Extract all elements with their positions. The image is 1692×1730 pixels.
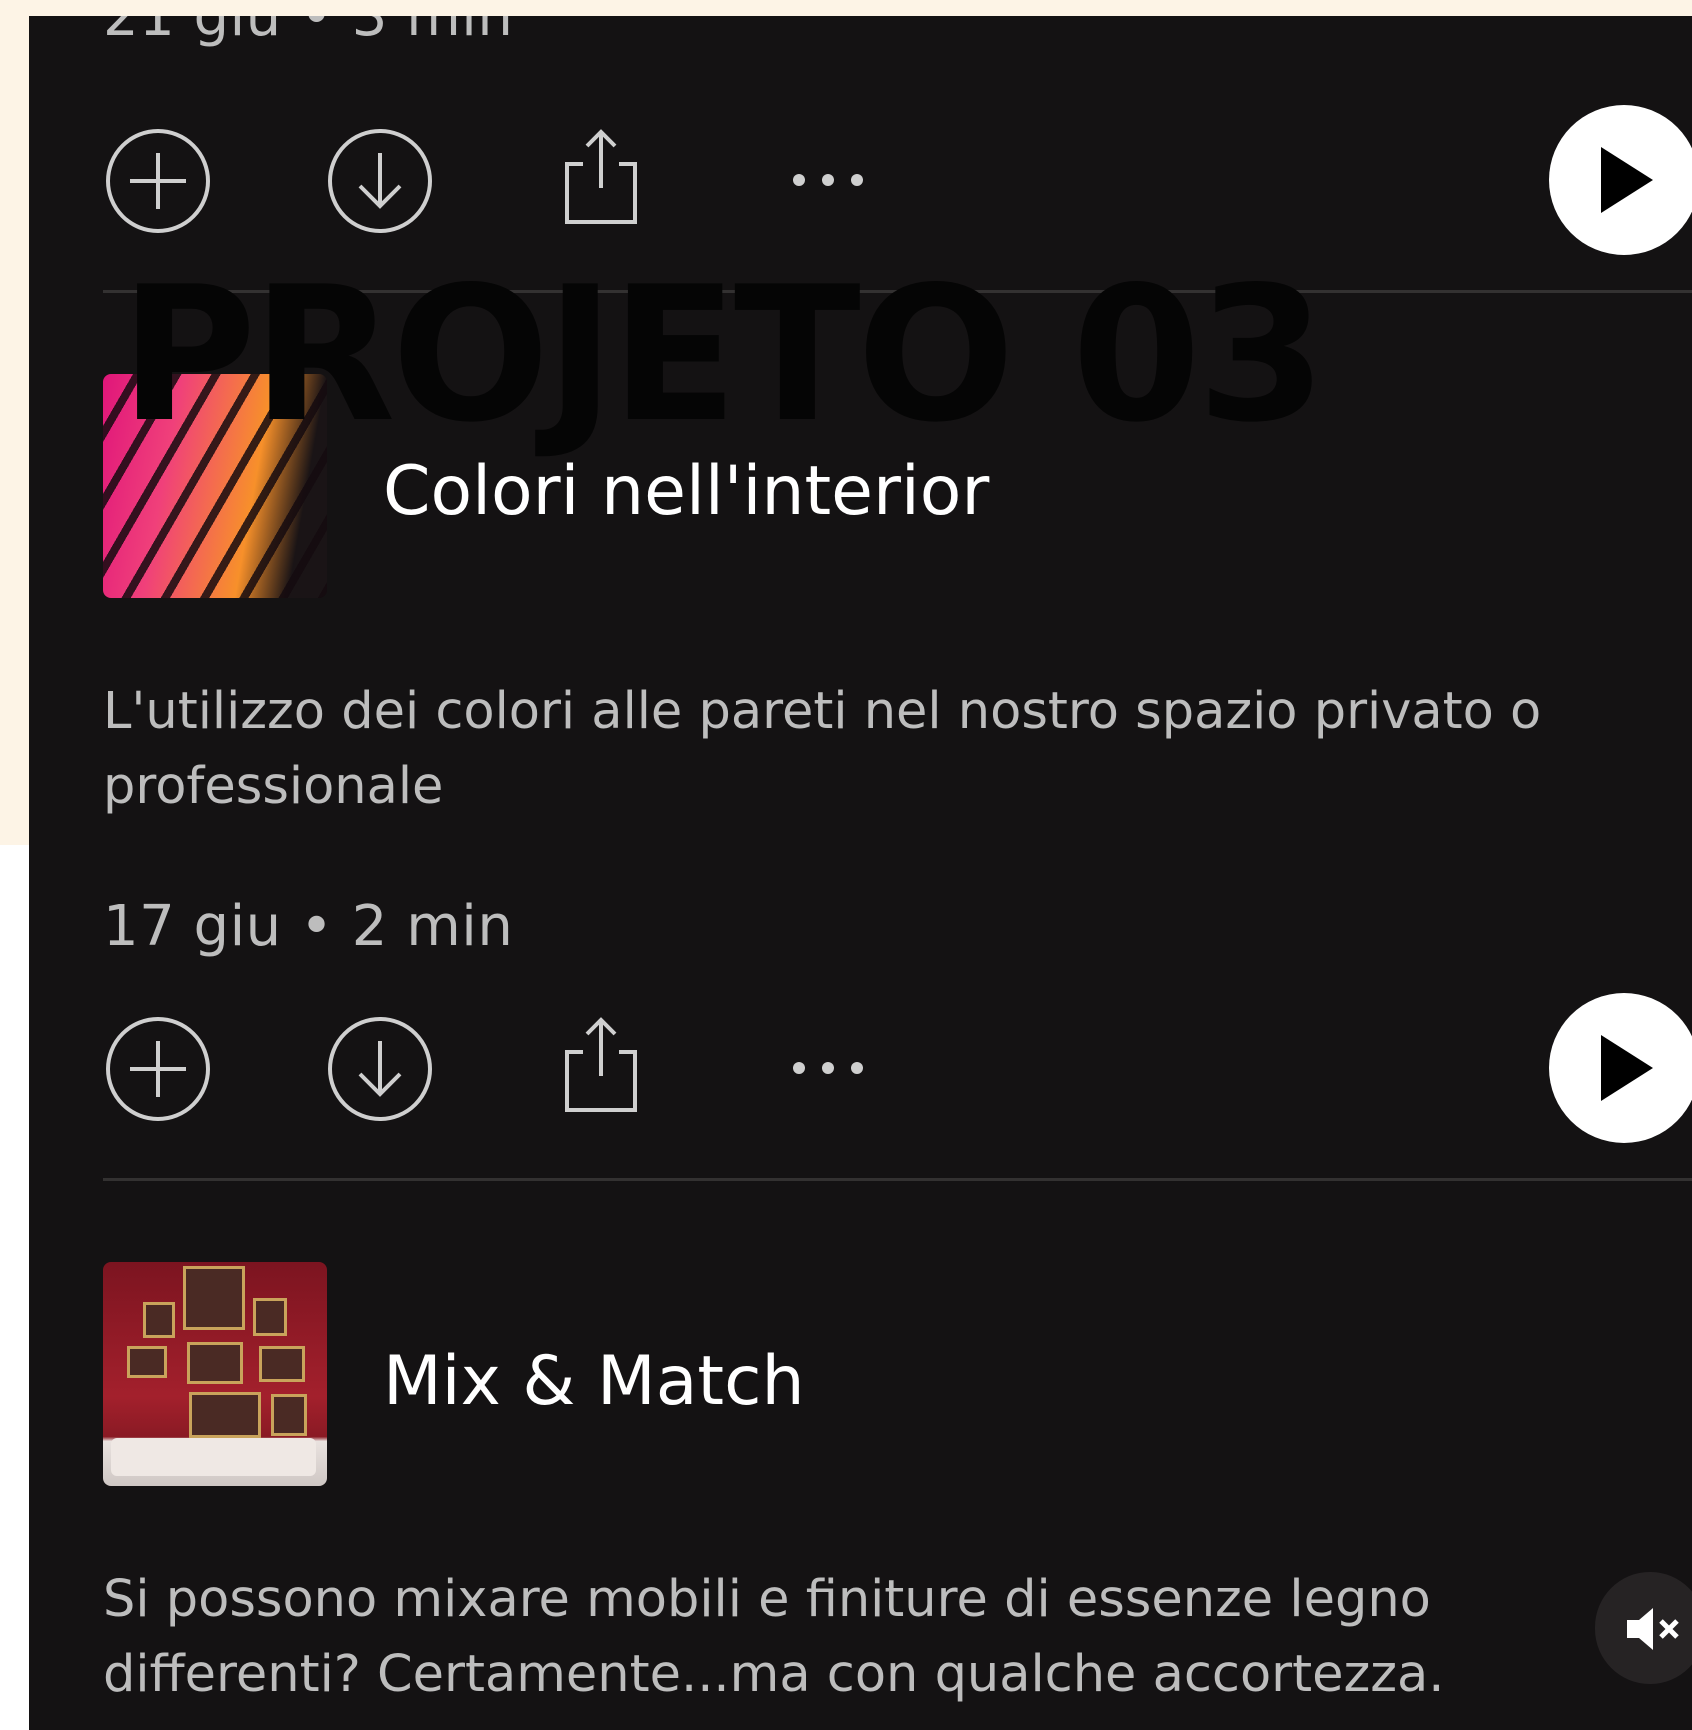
play-button[interactable] [1549, 993, 1692, 1143]
project-label: PROJETO 03 [120, 246, 1327, 463]
more-dots-icon[interactable] [791, 1058, 865, 1078]
plus-circle-icon[interactable] [105, 1016, 211, 1122]
download-circle-icon[interactable] [327, 128, 433, 234]
episode-title[interactable]: Colori nell'interior [383, 452, 989, 531]
episode-meta: 17 giu • 2 min [103, 894, 514, 959]
episode-description: Si possono mixare mobili e finiture di e… [103, 1570, 1445, 1704]
share-icon[interactable] [563, 126, 639, 226]
download-circle-icon[interactable] [327, 1016, 433, 1122]
share-icon[interactable] [563, 1014, 639, 1114]
episode-title[interactable]: Mix & Match [383, 1342, 805, 1421]
episode-thumbnail[interactable] [103, 1262, 327, 1486]
more-dots-icon[interactable] [791, 170, 865, 190]
mute-button[interactable] [1595, 1572, 1692, 1684]
play-icon [1601, 147, 1653, 213]
play-button[interactable] [1549, 105, 1692, 255]
episode-description: L'utilizzo dei colori alle pareti nel no… [103, 682, 1542, 816]
plus-circle-icon[interactable] [105, 128, 211, 234]
speaker-muted-icon [1627, 1608, 1679, 1650]
episode-meta: 21 giu • 3 min [103, 16, 514, 49]
play-icon [1601, 1035, 1653, 1101]
divider [103, 1178, 1692, 1181]
